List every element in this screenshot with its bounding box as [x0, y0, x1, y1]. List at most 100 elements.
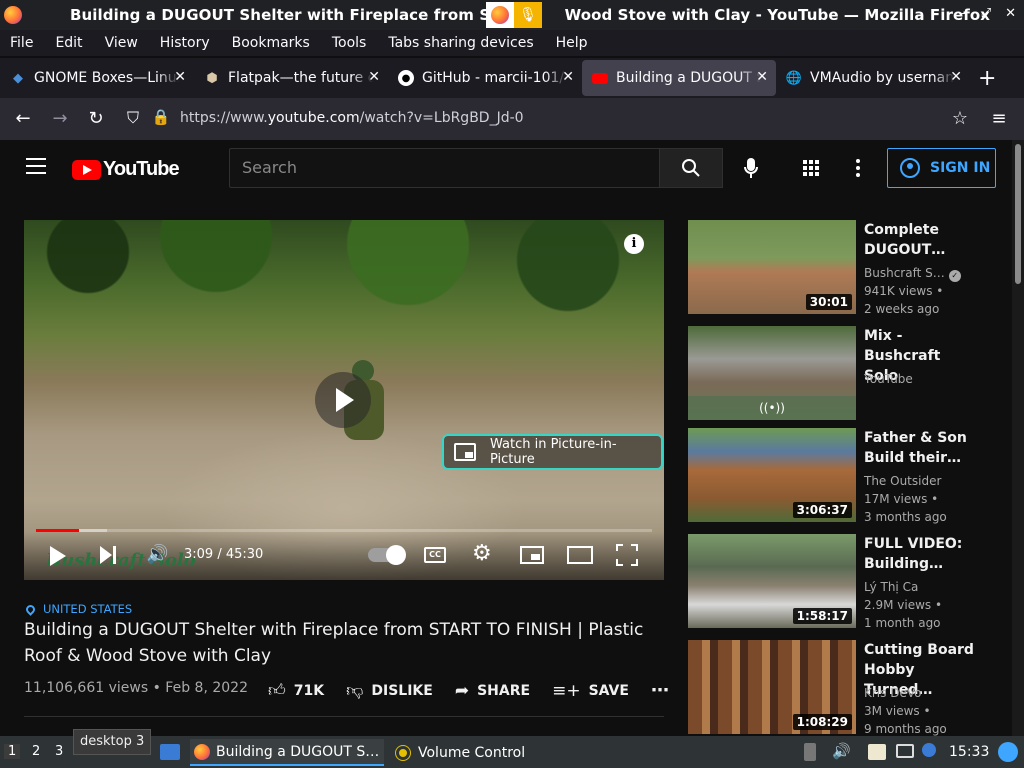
taskbar-item-firefox[interactable]: Building a DUGOUT S… — [190, 739, 384, 766]
location-tag[interactable]: UNITED STATES — [24, 602, 132, 616]
related-title[interactable]: Complete DUGOUT… — [864, 220, 974, 260]
theater-mode-icon[interactable] — [567, 546, 593, 564]
play-icon[interactable] — [50, 546, 66, 566]
firefox-sharing-icon[interactable] — [486, 2, 514, 28]
voice-search-button[interactable] — [731, 148, 771, 188]
close-tab-icon[interactable]: ✕ — [174, 69, 186, 85]
info-icon[interactable]: i — [624, 234, 644, 254]
display-tray-icon[interactable] — [896, 744, 914, 758]
maximize-icon[interactable]: ⤢ — [981, 6, 991, 21]
close-tab-icon[interactable]: ✕ — [950, 69, 962, 85]
save-button[interactable]: ≡+ SAVE — [552, 681, 629, 701]
new-tab-icon[interactable]: + — [978, 66, 996, 91]
captions-icon[interactable]: CC — [424, 547, 446, 563]
close-tab-icon[interactable]: ✕ — [368, 69, 380, 85]
menu-file[interactable]: File — [10, 35, 33, 51]
apps-grid-icon[interactable] — [803, 160, 819, 176]
search-button[interactable] — [659, 148, 723, 188]
autoplay-toggle[interactable] — [368, 545, 406, 565]
video-meta: 11,106,661 views • Feb 8, 2022 — [24, 680, 248, 696]
related-channel[interactable]: Bushcraft S… ✓ — [864, 266, 961, 282]
save-label: SAVE — [588, 682, 629, 699]
related-item[interactable]: 1:58:17 FULL VIDEO: Building… Lý Thị Ca … — [688, 534, 988, 630]
forward-icon[interactable]: → — [47, 108, 73, 129]
more-actions-icon[interactable]: ⋯ — [651, 680, 669, 701]
workspace-2[interactable]: 2 — [32, 744, 40, 759]
tab-youtube-active[interactable]: Building a DUGOUT S ✕ — [582, 60, 776, 96]
share-button[interactable]: ➦ SHARE — [455, 681, 530, 701]
picture-in-picture-button[interactable]: Watch in Picture-in-Picture — [442, 434, 663, 470]
sign-in-button[interactable]: SIGN IN — [887, 148, 996, 188]
guide-menu-icon[interactable] — [26, 158, 46, 174]
tab-label: VMAudio by usernam — [810, 70, 955, 86]
microphone-sharing-icon[interactable]: 🎙 — [514, 2, 542, 28]
time-display: 3:09 / 45:30 — [184, 547, 264, 562]
related-item[interactable]: ((•)) Mix - Bushcraft Solo YouTube — [688, 326, 988, 420]
back-icon[interactable]: ← — [10, 108, 36, 129]
notes-tray-icon[interactable] — [868, 744, 886, 760]
related-thumbnail[interactable]: ((•)) — [688, 326, 856, 420]
clipboard-icon[interactable] — [804, 743, 816, 761]
tab-strip: ◆ GNOME Boxes—Linux ✕ ⬢ Flatpak—the futu… — [0, 58, 1024, 98]
close-tab-icon[interactable]: ✕ — [562, 69, 574, 85]
tab-flatpak[interactable]: ⬢ Flatpak—the future o ✕ — [194, 60, 388, 96]
menu-tools[interactable]: Tools — [332, 35, 367, 51]
taskbar-item-volume-control[interactable]: Volume Control — [392, 739, 525, 766]
app-menu-icon[interactable]: ≡ — [986, 108, 1012, 129]
menu-edit[interactable]: Edit — [55, 35, 82, 51]
minimize-icon[interactable]: – — [960, 6, 967, 21]
player-controls: Bushcraft Solo 🔊 3:09 / 45:30 CC ⚙ — [24, 532, 664, 580]
menu-view[interactable]: View — [105, 35, 138, 51]
fullscreen-icon[interactable] — [616, 544, 638, 566]
volume-icon[interactable]: 🔊 — [146, 544, 168, 565]
related-channel[interactable]: The Outsider — [864, 474, 941, 488]
related-title[interactable]: Father & Son Build their… — [864, 428, 974, 468]
next-icon[interactable] — [100, 546, 116, 564]
tab-gnome-boxes[interactable]: ◆ GNOME Boxes—Linux ✕ — [0, 60, 194, 96]
related-channel[interactable]: Lý Thị Ca — [864, 580, 918, 594]
center-play-icon[interactable] — [315, 372, 371, 428]
close-tab-icon[interactable]: ✕ — [756, 69, 768, 85]
related-item[interactable]: 30:01 Complete DUGOUT… Bushcraft S… ✓ 941… — [688, 220, 988, 316]
scrollbar-thumb[interactable] — [1015, 144, 1021, 284]
page-scrollbar[interactable] — [1012, 140, 1024, 736]
search-input[interactable]: Search — [229, 148, 659, 188]
miniplayer-icon[interactable] — [520, 546, 544, 564]
speaker-tray-icon[interactable]: 🔊 — [832, 742, 851, 760]
window-titlebar: Building a DUGOUT Shelter with Fireplace… — [0, 0, 1024, 30]
menu-tabs-sharing[interactable]: Tabs sharing devices — [388, 35, 533, 51]
settings-more-icon[interactable] — [856, 159, 860, 177]
notification-icon[interactable] — [922, 743, 936, 757]
url-bar[interactable]: https://www.youtube.com/watch?v=LbRgBD_J… — [180, 110, 524, 126]
sharing-indicator[interactable]: 🎙 — [486, 2, 542, 28]
related-item[interactable]: 3:06:37 Father & Son Build their… The Ou… — [688, 428, 988, 524]
file-manager-icon[interactable] — [160, 744, 180, 760]
like-button[interactable]: 👍︎ 71K — [268, 680, 324, 701]
tab-vmaudio[interactable]: 🌐 VMAudio by usernam ✕ — [776, 60, 970, 96]
workspace-1[interactable]: 1 — [4, 744, 21, 759]
tab-github[interactable]: ● GitHub - marcii-101/ ✕ — [388, 60, 582, 96]
dislike-button[interactable]: 👎︎ DISLIKE — [346, 680, 433, 701]
related-item[interactable]: 1:08:29 Cutting Board Hobby Turned… Kris… — [688, 640, 988, 736]
related-thumbnail[interactable]: 1:08:29 — [688, 640, 856, 734]
related-channel[interactable]: YouTube — [864, 372, 913, 386]
reload-icon[interactable]: ↻ — [83, 108, 109, 129]
related-thumbnail[interactable]: 3:06:37 — [688, 428, 856, 522]
settings-gear-icon[interactable]: ⚙ — [472, 541, 492, 566]
shield-icon[interactable]: ⛉ — [120, 108, 146, 128]
lock-icon[interactable]: 🔒 — [148, 108, 174, 126]
related-title[interactable]: FULL VIDEO: Building… — [864, 534, 974, 574]
youtube-logo[interactable]: YouTube — [72, 158, 180, 181]
clock[interactable]: 15:33 — [949, 744, 989, 760]
close-window-icon[interactable]: ✕ — [1005, 6, 1016, 21]
related-channel[interactable]: Kris DeVo — [864, 686, 921, 700]
menu-bookmarks[interactable]: Bookmarks — [232, 35, 310, 51]
menu-help[interactable]: Help — [556, 35, 588, 51]
workspace-3[interactable]: 3 — [55, 744, 63, 759]
menu-history[interactable]: History — [160, 35, 210, 51]
video-player[interactable]: i Watch in Picture-in-Picture Bushcraft … — [24, 220, 664, 580]
related-thumbnail[interactable]: 1:58:17 — [688, 534, 856, 628]
system-menu-icon[interactable] — [998, 742, 1018, 762]
related-thumbnail[interactable]: 30:01 — [688, 220, 856, 314]
bookmark-star-icon[interactable]: ☆ — [947, 108, 973, 129]
